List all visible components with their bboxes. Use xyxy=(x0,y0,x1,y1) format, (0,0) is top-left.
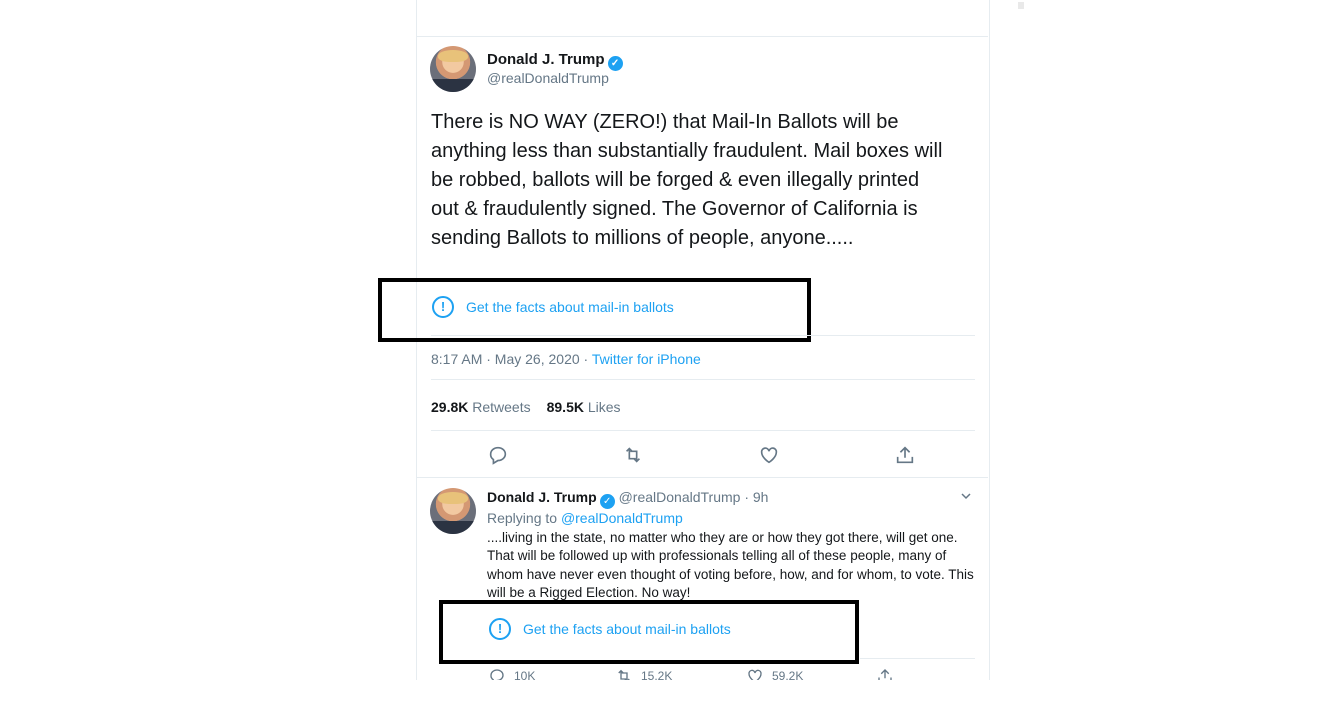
engagement-stats: 29.8K Retweets 89.5K Likes xyxy=(431,399,621,415)
highlight-box xyxy=(378,278,811,342)
share-icon[interactable] xyxy=(894,444,916,466)
verified-badge-icon: ✓ xyxy=(607,56,623,71)
replying-to-link[interactable]: @realDonaldTrump xyxy=(561,510,683,526)
divider xyxy=(860,658,975,659)
author-name[interactable]: Donald J. Trump ✓ xyxy=(487,51,623,71)
divider xyxy=(431,335,975,336)
bottom-crop xyxy=(0,680,1337,706)
avatar[interactable] xyxy=(430,46,476,92)
author-handle[interactable]: @realDonaldTrump xyxy=(487,70,609,86)
comment-icon[interactable] xyxy=(487,444,509,466)
highlight-box xyxy=(439,600,859,664)
replying-to: Replying to @realDonaldTrump xyxy=(487,510,683,526)
reply-header: Donald J. Trump ✓ @realDonaldTrump · 9h xyxy=(487,489,768,509)
retweets-stat[interactable]: 29.8K Retweets xyxy=(431,399,531,415)
likes-label: Likes xyxy=(587,399,621,415)
likes-stat[interactable]: 89.5K Likes xyxy=(547,399,621,415)
avatar-hair xyxy=(438,491,468,504)
likes-count: 89.5K xyxy=(546,399,584,415)
timestamp[interactable]: 8:17 AM · May 26, 2020 · xyxy=(431,351,592,367)
divider xyxy=(431,430,975,431)
divider xyxy=(431,379,975,380)
replying-prefix: Replying to xyxy=(487,510,561,526)
avatar-hair xyxy=(438,49,468,62)
reply-author-name[interactable]: Donald J. Trump xyxy=(487,489,597,505)
timestamp-line: 8:17 AM · May 26, 2020 · Twitter for iPh… xyxy=(431,351,701,367)
retweets-count: 29.8K xyxy=(431,399,469,415)
avatar-suit xyxy=(430,521,476,534)
divider xyxy=(417,477,988,478)
author-name-text: Donald J. Trump xyxy=(487,51,605,68)
verified-badge-icon: ✓ xyxy=(599,494,615,509)
reply-avatar[interactable] xyxy=(430,488,476,534)
reply-meta[interactable]: @realDonaldTrump · 9h xyxy=(619,489,769,505)
heart-icon[interactable] xyxy=(758,444,780,466)
retweets-label: Retweets xyxy=(472,399,531,415)
top-divider xyxy=(417,36,988,37)
reply-tweet-text: ....living in the state, no matter who t… xyxy=(487,530,974,600)
tweet-source[interactable]: Twitter for iPhone xyxy=(592,351,701,367)
chevron-down-icon[interactable] xyxy=(960,490,972,502)
avatar-suit xyxy=(430,79,476,92)
corner-artifact xyxy=(1018,2,1024,9)
retweet-icon[interactable] xyxy=(622,444,644,466)
tweet-text: There is NO WAY (ZERO!) that Mail-In Bal… xyxy=(431,111,943,249)
